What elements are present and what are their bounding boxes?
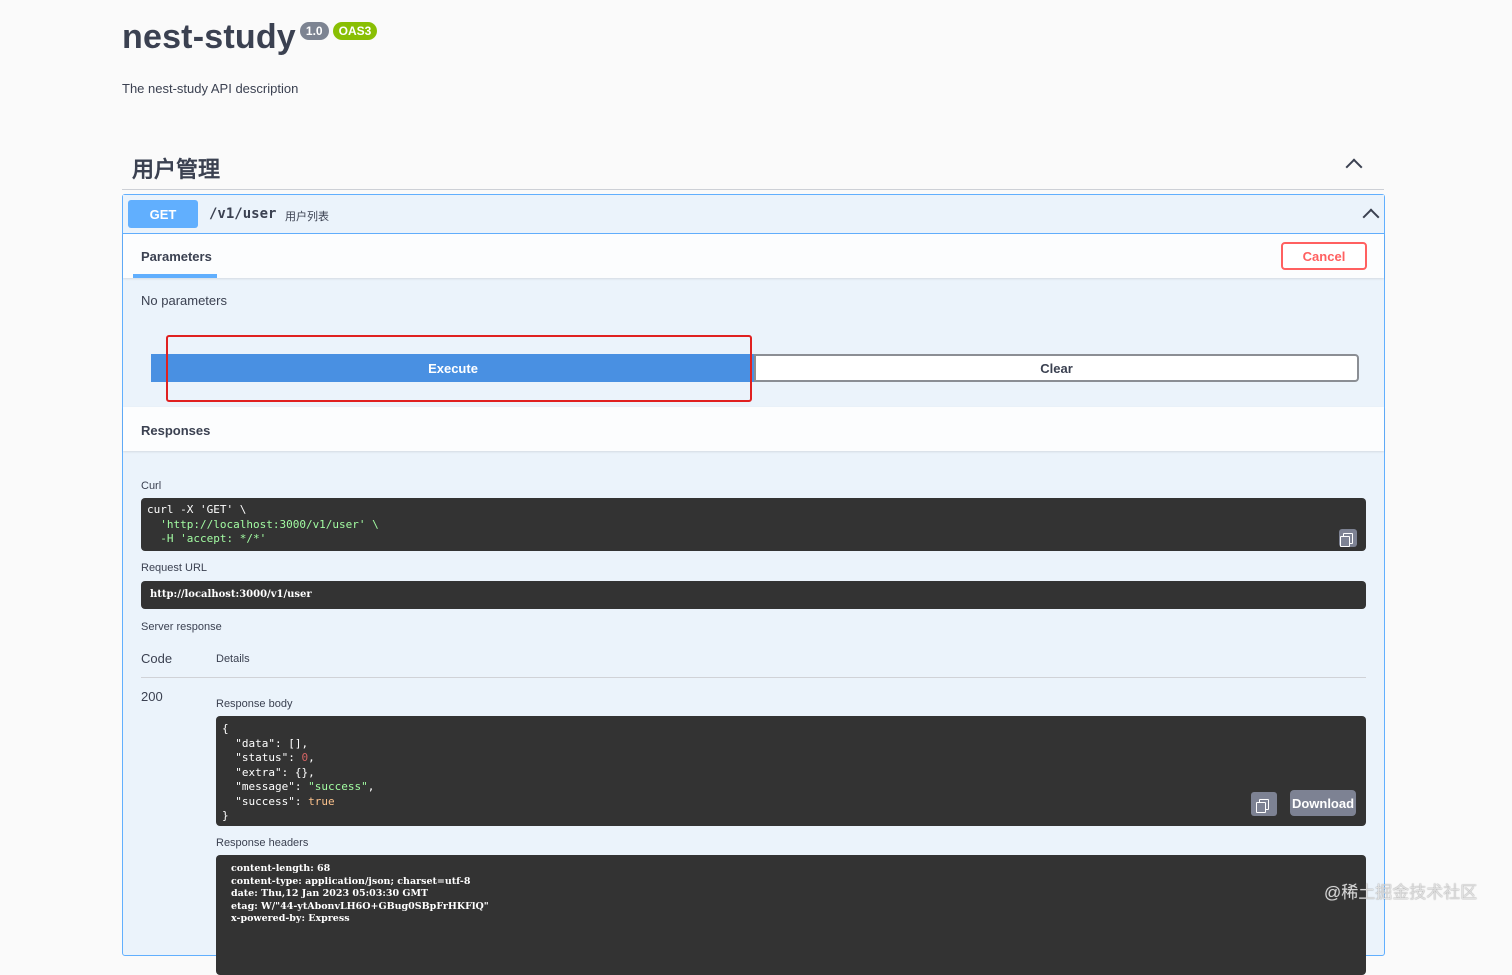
clear-button[interactable]: Clear [754,354,1359,382]
parameters-header: Parameters Cancel [123,234,1384,278]
operation-path: /v1/user [209,206,277,222]
json-key-success: "success": [222,794,309,808]
cancel-button[interactable]: Cancel [1281,242,1367,270]
api-title: nest-study [122,18,296,56]
operation-block: GET /v1/user 用户列表 Parameters Cancel No p… [122,194,1385,975]
json-value-success: true [308,794,335,808]
highlight-annotation-box [166,335,752,402]
json-key-message: "message": [222,780,309,793]
tag-name: 用户管理 [132,157,221,182]
json-open-brace: { [222,722,229,735]
json-value-extra: {} [294,765,309,779]
copy-response-button[interactable] [1251,792,1277,816]
copy-curl-button[interactable] [1339,529,1357,547]
operation-summary[interactable]: GET /v1/user 用户列表 [123,195,1384,234]
response-status-code: 200 [141,689,163,704]
curl-line-2: 'http://localhost:3000/v1/user' \ [147,517,379,531]
code-column-header: Code [141,651,173,666]
download-button[interactable]: Download [1290,790,1356,816]
method-badge: GET [128,200,198,228]
response-headers-text: content-length: 68 content-type: applica… [231,863,489,924]
json-value-data: [] [288,736,302,750]
chevron-up-icon[interactable] [1362,208,1380,226]
no-parameters-text: No parameters [141,293,227,308]
tab-parameters[interactable]: Parameters [141,249,212,264]
json-key-status: "status": [222,751,302,764]
request-url-text: http://localhost:3000/v1/user [150,589,312,600]
json-key-data: "data": [222,736,289,750]
tab-underline [133,274,217,278]
tag-section-header[interactable]: 用户管理 [122,143,1384,190]
request-url-block[interactable]: http://localhost:3000/v1/user [141,581,1366,609]
responses-header: Responses [123,407,1384,451]
clipboard-icon [1256,798,1269,813]
server-response-label: Server response [141,621,222,633]
table-divider [141,677,1366,678]
response-headers-label: Response headers [216,837,309,849]
api-title-block: nest-study 1.0 OAS3 [122,18,378,57]
chevron-up-icon[interactable] [1345,158,1363,176]
response-body-label: Response body [216,698,293,710]
responses-title: Responses [141,423,211,438]
api-description: The nest-study API description [122,81,299,96]
curl-line-1: curl -X 'GET' \ [147,503,247,516]
watermark: @稀土掘金技术社区 [1324,883,1478,902]
curl-line-3: -H 'accept: */*' [147,532,267,545]
json-key-extra: "extra": [222,765,295,779]
oas-badge: OAS3 [332,22,378,40]
request-url-label: Request URL [141,562,208,574]
clipboard-icon [1340,532,1353,547]
details-column-header: Details [216,653,250,665]
response-headers-block[interactable]: content-length: 68 content-type: applica… [216,855,1366,975]
operation-summary-text: 用户列表 [285,211,329,223]
curl-label: Curl [141,480,162,492]
json-close-brace: } [222,809,229,822]
version-badge: 1.0 [299,22,329,40]
json-value-status: 0 [301,751,309,764]
json-value-message: "success" [308,780,368,793]
response-body-block[interactable]: { "data": [], "status": 0, "extra": {}, … [216,716,1366,826]
curl-code-block[interactable]: curl -X 'GET' \ 'http://localhost:3000/v… [141,498,1366,551]
